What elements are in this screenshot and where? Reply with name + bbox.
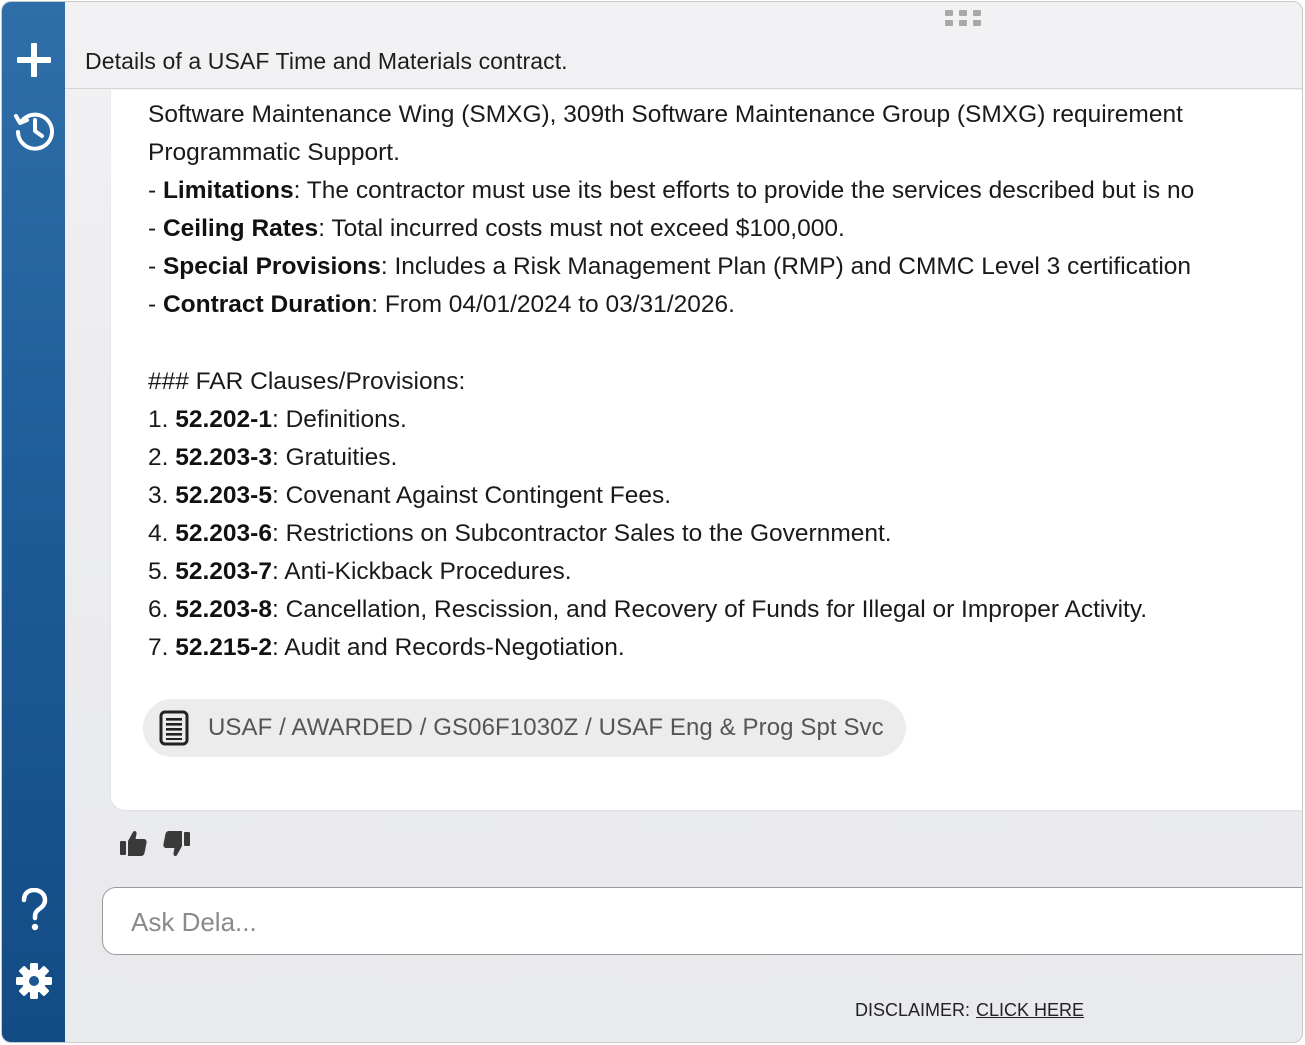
thumbs-down-icon[interactable] xyxy=(162,828,192,863)
page-title: Details of a USAF Time and Materials con… xyxy=(85,48,568,74)
document-icon xyxy=(157,709,191,747)
far-list-item: 6. 52.203-8: Cancellation, Rescission, a… xyxy=(148,596,1148,623)
thumbs-up-icon[interactable] xyxy=(118,828,148,863)
response-line: - Contract Duration: From 04/01/2024 to … xyxy=(148,291,735,318)
drag-handle[interactable] xyxy=(945,10,987,28)
response-line: - Limitations: The contractor must use i… xyxy=(148,177,1195,204)
far-list-item: 1. 52.202-1: Definitions. xyxy=(148,406,407,433)
gear-icon xyxy=(15,962,53,1000)
app-window: Details of a USAF Time and Materials con… xyxy=(1,1,1303,1043)
response-line: - Ceiling Rates: Total incurred costs mu… xyxy=(148,215,845,242)
chat-panel: Details of a USAF Time and Materials con… xyxy=(65,2,1302,1042)
source-citation-label: USAF / AWARDED / GS06F1030Z / USAF Eng &… xyxy=(208,714,884,741)
far-list-item: 5. 52.203-7: Anti-Kickback Procedures. xyxy=(148,558,572,585)
response-line: Software Maintenance Wing (SMXG), 309th … xyxy=(148,101,1183,128)
response-text: Software Maintenance Wing (SMXG), 309th … xyxy=(148,96,1302,667)
source-citation-chip[interactable]: USAF / AWARDED / GS06F1030Z / USAF Eng &… xyxy=(143,699,906,757)
ask-box xyxy=(102,887,1302,955)
help-button[interactable] xyxy=(2,882,65,938)
disclaimer-link[interactable]: CLICK HERE xyxy=(976,1000,1084,1020)
history-icon xyxy=(12,108,56,152)
response-line: Programmatic Support. xyxy=(148,139,400,166)
far-list-item: 3. 52.203-5: Covenant Against Contingent… xyxy=(148,482,672,509)
disclaimer-label: DISCLAIMER: xyxy=(855,1000,971,1020)
assistant-response: Software Maintenance Wing (SMXG), 309th … xyxy=(111,90,1302,810)
new-chat-button[interactable] xyxy=(2,32,65,88)
response-line: - Special Provisions: Includes a Risk Ma… xyxy=(148,253,1192,280)
sidebar xyxy=(2,2,65,1042)
ask-input[interactable] xyxy=(129,900,1233,944)
disclaimer: DISCLAIMER: CLICK HERE xyxy=(855,1000,1084,1021)
question-mark-icon xyxy=(19,888,49,932)
far-list-item: 2. 52.203-3: Gratuities. xyxy=(148,444,398,471)
feedback-controls xyxy=(118,828,192,863)
header-divider xyxy=(65,88,1302,89)
history-button[interactable] xyxy=(2,102,65,158)
far-heading: ### FAR Clauses/Provisions: xyxy=(148,368,466,395)
plus-icon xyxy=(14,40,54,80)
far-list-item: 4. 52.203-6: Restrictions on Subcontract… xyxy=(148,520,892,547)
settings-button[interactable] xyxy=(2,953,65,1009)
far-list-item: 7. 52.215-2: Audit and Records-Negotiati… xyxy=(148,634,625,661)
